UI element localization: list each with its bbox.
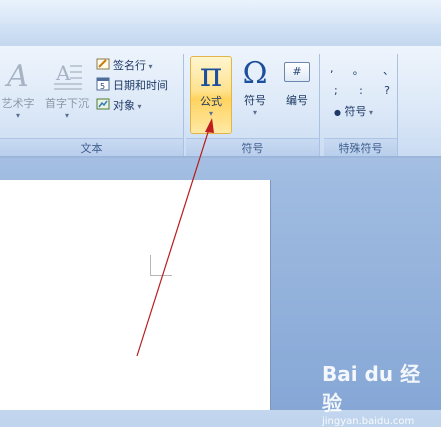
annotation-arrow: [136, 118, 214, 357]
watermark-logo: Bai du 经验: [322, 362, 421, 415]
baidu-watermark: Bai du 经验 jingyan.baidu.com: [322, 358, 437, 427]
watermark-url: jingyan.baidu.com: [322, 416, 415, 427]
